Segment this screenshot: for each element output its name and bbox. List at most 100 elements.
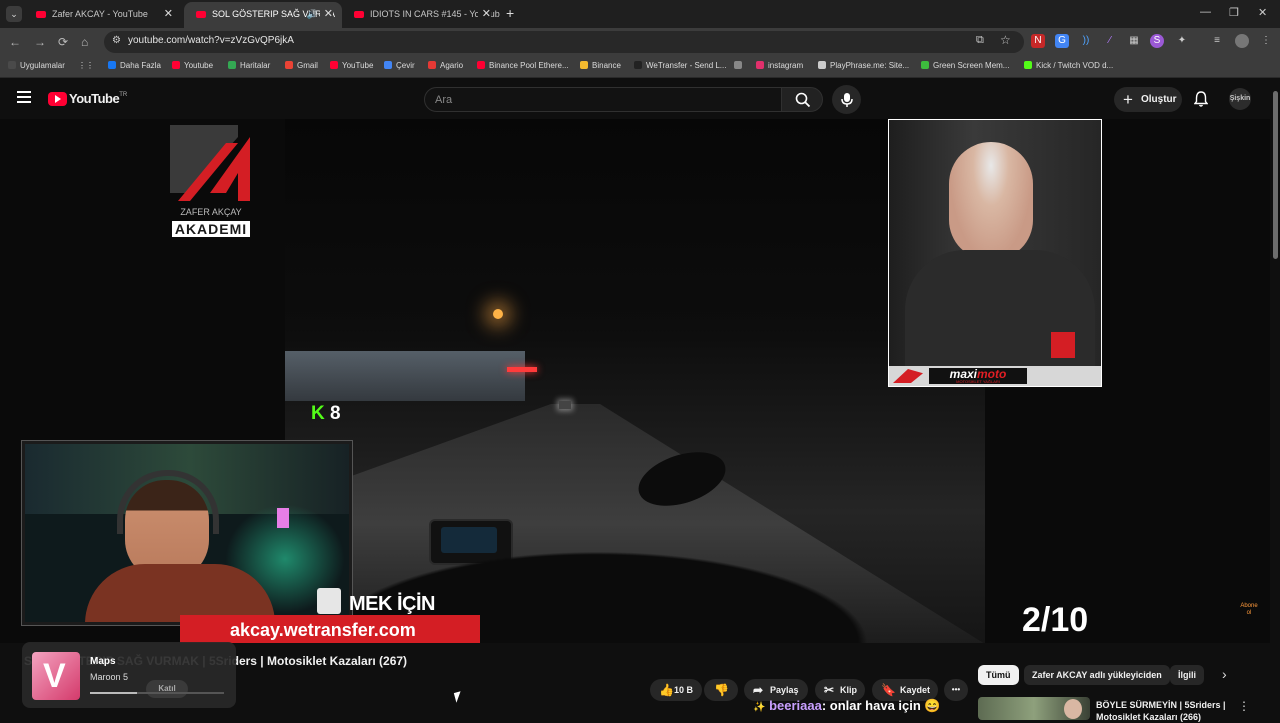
red-sign (507, 367, 537, 372)
recommended-video-thumbnail[interactable] (978, 697, 1090, 720)
video-frame (285, 119, 985, 643)
tab-zafer-akcay[interactable]: Zafer AKCAY - YouTube ✕ (24, 2, 182, 28)
presenter-webcam-inset: maximoto MOTOSIKLET YAĞLARI (888, 119, 1102, 387)
dislike-button[interactable]: 👎 (704, 679, 738, 701)
close-window-icon[interactable]: ✕ (1258, 6, 1267, 19)
maximoto-banner: maximoto MOTOSIKLET YAĞLARI (889, 366, 1101, 386)
chip-related[interactable]: İlgili (1170, 665, 1204, 685)
youtube-favicon-icon (196, 11, 206, 18)
roadside-building (285, 351, 525, 401)
page-scrollbar[interactable] (1271, 79, 1280, 720)
kick-viewer-badge: K 8 (311, 403, 341, 424)
tab-idiots-in-cars[interactable]: IDIOTS IN CARS #145 - YouTub ✕ (342, 2, 500, 28)
bookmark-item[interactable]: Youtube (172, 61, 213, 70)
audio-playing-icon[interactable]: 🔊 (307, 2, 318, 26)
home-icon[interactable]: ⌂ (81, 35, 88, 49)
bookmark-favicon-icon (8, 61, 16, 69)
extension-new-icon[interactable]: N (1031, 34, 1045, 48)
bookmark-item[interactable]: Green Screen Mem... (921, 61, 1009, 70)
bookmark-item[interactable]: WeTransfer - Send L... (634, 61, 726, 70)
join-button[interactable]: Katıl (146, 680, 188, 698)
bookmark-item[interactable]: Haritalar (228, 61, 270, 70)
extensions-puzzle-icon[interactable]: ✦ (1175, 34, 1189, 48)
chevron-right-icon[interactable]: › (1222, 666, 1227, 682)
tab-search-button[interactable]: ⌄ (6, 6, 22, 22)
kick-logo-icon: K (311, 403, 325, 424)
subscribe-watermark[interactable]: Abone ol (1238, 603, 1260, 625)
url-text: youtube.com/watch?v=zVzGvQP6jkA (128, 35, 294, 46)
bookmark-item[interactable]: Kick / Twitch VOD d... (1024, 61, 1113, 70)
bookmark-item[interactable] (734, 61, 746, 70)
tab-title: Zafer AKCAY - YouTube (52, 9, 148, 19)
search-button[interactable] (781, 87, 823, 112)
bookmark-item[interactable]: Uygulamalar (8, 61, 65, 70)
youtube-favicon-icon (354, 11, 364, 18)
restore-icon[interactable]: ❐ (1229, 6, 1239, 19)
install-app-icon[interactable]: ⧉ (976, 34, 984, 47)
close-tab-icon[interactable]: ✕ (164, 2, 173, 26)
bookmark-favicon-icon (756, 61, 764, 69)
tab-current-video[interactable]: SOL GÖSTERIP SAĞ VURMA 🔊 ✕ (184, 2, 342, 28)
apps-grid-icon[interactable]: ⋮⋮ (78, 61, 94, 70)
chip-all[interactable]: Tümü (978, 665, 1019, 685)
thumbs-up-icon: 👍 (659, 683, 674, 697)
extension-pen-icon[interactable]: ⁄ (1103, 34, 1117, 48)
song-artist: Maroon 5 (90, 672, 129, 682)
create-button[interactable]: + Oluştur (1114, 87, 1182, 112)
bookmark-favicon-icon (477, 61, 485, 69)
voice-search-button[interactable] (832, 85, 861, 114)
like-button[interactable]: 👍 10 B (650, 679, 702, 701)
bookmark-favicon-icon (428, 61, 436, 69)
thumbnail-face (1064, 699, 1082, 719)
pink-cup (277, 508, 289, 528)
profile-icon[interactable] (1235, 34, 1249, 48)
forward-icon[interactable]: → (34, 35, 46, 49)
bookmarks-bar: ⋮⋮ Uygulamalar Daha Fazla Youtube Haritalar G… (0, 56, 1280, 78)
more-actions-button[interactable]: ••• (944, 679, 968, 701)
bookmark-item[interactable]: Agario (428, 61, 463, 70)
microphone-icon (841, 93, 853, 107)
reload-icon[interactable]: ⟳ (58, 35, 68, 49)
svg-text:ZAFER AKÇAY: ZAFER AKÇAY (180, 207, 241, 217)
bookmark-item[interactable]: Binance (580, 61, 621, 70)
close-tab-icon[interactable]: ✕ (319, 2, 333, 26)
bookmark-item[interactable]: instagram (756, 61, 803, 70)
video-player[interactable]: ZAFER AKÇAY AKADEMI K 8 maximoto MOTOSIK… (0, 119, 1270, 643)
scrollbar-thumb[interactable] (1273, 91, 1278, 259)
bookmark-item[interactable]: PlayPhrase.me: Site... (818, 61, 909, 70)
extension-wave-icon[interactable]: )) (1079, 34, 1093, 48)
clip-counter: 2/10 (1022, 601, 1089, 639)
youtube-logo[interactable]: YouTubeTR (48, 92, 127, 106)
browser-menu-icon[interactable]: ⋮ (1259, 34, 1273, 48)
extension-purple-icon[interactable]: S (1150, 34, 1164, 48)
album-art (32, 652, 80, 700)
bookmark-item[interactable]: Çevir (384, 61, 415, 70)
back-icon[interactable]: ← (9, 35, 21, 49)
plus-icon: + (1123, 90, 1133, 109)
search-input[interactable] (435, 92, 765, 108)
bookmark-item[interactable]: YouTube (330, 61, 373, 70)
close-tab-icon[interactable]: ✕ (477, 2, 491, 26)
recommended-video-title[interactable]: BÖYLE SÜRMEYİN | 5Sriders | Motosiklet K… (1096, 699, 1226, 723)
notifications-bell-icon[interactable] (1194, 91, 1208, 107)
new-tab-button[interactable]: + (506, 5, 514, 21)
channel-watermark-logo: ZAFER AKÇAY AKADEMI (170, 123, 252, 237)
more-options-icon[interactable]: ⋮ (1238, 699, 1250, 713)
minimize-icon[interactable]: — (1200, 6, 1211, 18)
street-light (493, 309, 503, 319)
bookmark-item[interactable]: Gmail (285, 61, 318, 70)
address-bar[interactable]: ⚙ youtube.com/watch?v=zVzGvQP6jkA ⧉ ☆ (104, 31, 1024, 53)
avatar[interactable]: Şişkin (1229, 88, 1251, 110)
extension-grid-icon[interactable]: ▦ (1127, 34, 1141, 48)
site-info-icon[interactable]: ⚙ (112, 35, 121, 46)
translate-extension-icon[interactable]: G (1055, 34, 1069, 48)
song-title: Maps (90, 656, 116, 667)
bookmark-favicon-icon (330, 61, 338, 69)
hamburger-menu-icon[interactable] (17, 91, 31, 103)
reading-list-icon[interactable]: ≡ (1210, 34, 1224, 48)
bookmark-item[interactable]: Binance Pool Ethere... (477, 61, 569, 70)
bookmark-star-icon[interactable]: ☆ (1000, 33, 1011, 47)
song-progress-bar (90, 692, 224, 694)
bookmark-item[interactable]: Daha Fazla (108, 61, 161, 70)
chip-from-uploader[interactable]: Zafer AKCAY adlı yükleyiciden (1024, 665, 1170, 685)
